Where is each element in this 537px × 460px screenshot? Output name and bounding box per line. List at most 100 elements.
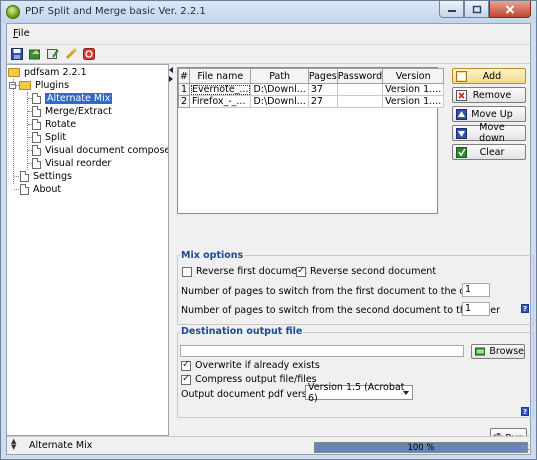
tree-item-alternate-mix[interactable]: Alternate Mix <box>32 92 113 105</box>
status-expand-icon[interactable]: ▲ ▼ <box>11 438 16 451</box>
app-logo-icon <box>6 5 20 19</box>
cell-password[interactable] <box>336 95 384 108</box>
checkbox-checked[interactable] <box>181 373 191 385</box>
maximize-icon <box>472 5 481 13</box>
add-button[interactable]: Add <box>452 68 526 84</box>
tree-root[interactable]: pdfsam 2.2.1 <box>8 66 87 79</box>
cell-file-name: Firefox_-_... <box>189 95 252 108</box>
destination-path-input[interactable] <box>180 345 464 357</box>
file-table-container: # File name Path Pages Password Version … <box>177 67 445 214</box>
cell-path: D:\Downl... <box>250 83 309 96</box>
window-title: PDF Split and Merge basic Ver. 2.2.1 <box>25 6 206 17</box>
file-table: # File name Path Pages Password Version … <box>177 68 445 108</box>
tree-item-about[interactable]: About <box>20 183 61 196</box>
document-icon <box>32 106 41 117</box>
title-bar[interactable]: PDF Split and Merge basic Ver. 2.2.1 <box>1 1 536 23</box>
document-icon <box>20 184 29 195</box>
cell-pages: 27 <box>307 95 338 108</box>
checkbox-checked[interactable] <box>181 359 191 371</box>
column-header-password[interactable]: Password <box>336 68 384 84</box>
app-window: PDF Split and Merge basic Ver. 2.2.1 Fil… <box>0 0 537 460</box>
maximize-button[interactable] <box>464 1 489 18</box>
pdf-version-select[interactable]: Version 1.5 (Acrobat 6) <box>305 382 413 404</box>
row-index: 1 <box>177 83 191 96</box>
cell-version: Version 1.... <box>382 95 445 108</box>
column-header-index[interactable]: # <box>177 68 191 84</box>
document-icon <box>32 145 41 156</box>
switch-first-label: Number of pages to switch from the first… <box>181 286 485 297</box>
tree-item-split[interactable]: Split <box>32 131 66 144</box>
add-file-icon <box>456 70 467 82</box>
switch-first-input[interactable]: 1 <box>462 283 490 297</box>
destination-title: Destination output file <box>180 326 304 337</box>
mix-options-title: Mix options <box>180 250 245 261</box>
checkbox-unchecked[interactable] <box>182 266 192 277</box>
row-index: 2 <box>177 95 191 108</box>
menu-bar: File <box>7 24 530 44</box>
cell-file-name: Evernote_... <box>189 83 252 96</box>
mix-options-help-icon[interactable]: ? <box>521 304 529 313</box>
table-header: # File name Path Pages Password Version <box>177 68 445 84</box>
tree-item-rotate[interactable]: Rotate <box>32 118 76 131</box>
collapse-left-icon[interactable] <box>169 67 173 73</box>
clear-button[interactable]: Clear <box>452 144 526 160</box>
document-icon <box>32 132 41 143</box>
tree-item-merge-extract[interactable]: Merge/Extract <box>32 105 112 118</box>
folder-icon <box>475 347 486 356</box>
move-up-button[interactable]: Move Up <box>452 106 526 122</box>
save-icon[interactable] <box>11 48 23 60</box>
pdf-version-label: Output document pdf version: <box>181 389 325 400</box>
tree-item-visual-reorder[interactable]: Visual reorder <box>32 157 111 170</box>
minimize-icon <box>447 10 456 12</box>
tree-item-settings[interactable]: Settings <box>20 170 72 183</box>
progress-bar: 100 % <box>314 442 528 453</box>
expand-right-icon[interactable] <box>169 76 173 82</box>
document-icon <box>32 93 41 104</box>
table-row[interactable]: 1 Evernote_... D:\Downl... 37 Version 1.… <box>177 83 445 96</box>
browse-button[interactable]: Browse <box>471 344 525 359</box>
tree-node-plugins[interactable]: − Plugins <box>9 79 69 92</box>
plugin-tree: pdfsam 2.2.1 − Plugins Alternate Mix Mer… <box>7 64 169 436</box>
chevron-down-icon <box>403 391 409 395</box>
reverse-first-checkbox[interactable]: Reverse first document <box>182 266 307 277</box>
open-icon[interactable] <box>29 48 41 60</box>
switch-second-label: Number of pages to switch from the secon… <box>181 305 501 316</box>
table-row[interactable]: 2 Firefox_-_... D:\Downl... 27 Version 1… <box>177 95 445 108</box>
column-header-version[interactable]: Version <box>382 68 445 84</box>
toolbar <box>7 44 530 64</box>
folder-open-icon <box>19 81 31 90</box>
progress-label: 100 % <box>407 443 435 453</box>
move-down-button[interactable]: Move down <box>452 122 526 144</box>
switch-second-input[interactable]: 1 <box>462 302 490 316</box>
move-down-icon <box>456 127 467 139</box>
column-header-path[interactable]: Path <box>250 68 309 84</box>
status-plugin-name: Alternate Mix <box>29 440 93 451</box>
document-icon <box>32 158 41 169</box>
collapse-icon[interactable]: − <box>9 82 16 89</box>
remove-button[interactable]: Remove <box>452 87 526 103</box>
close-button[interactable] <box>489 1 531 18</box>
close-icon <box>505 4 515 14</box>
cell-password[interactable] <box>336 83 384 96</box>
document-icon <box>32 119 41 130</box>
reverse-second-checkbox[interactable]: Reverse second document <box>296 265 436 277</box>
cell-version: Version 1.... <box>382 83 445 96</box>
menu-file[interactable]: File <box>13 28 30 39</box>
clear-icon[interactable] <box>47 48 59 60</box>
checkbox-checked[interactable] <box>296 265 306 277</box>
resize-grip[interactable] <box>521 445 529 453</box>
exit-icon[interactable] <box>83 48 95 60</box>
settings-icon[interactable] <box>65 48 77 60</box>
column-header-file-name[interactable]: File name <box>189 68 252 84</box>
remove-icon <box>456 89 467 101</box>
cell-pages: 37 <box>307 83 338 96</box>
compress-checkbox[interactable]: Compress output file/files <box>181 373 317 385</box>
tree-item-visual-document-composer[interactable]: Visual document composer <box>32 144 168 157</box>
folder-open-icon <box>8 68 20 77</box>
overwrite-checkbox[interactable]: Overwrite if already exists <box>181 359 320 371</box>
plugin-panel: # File name Path Pages Password Version … <box>175 64 534 436</box>
minimize-button[interactable] <box>439 1 464 18</box>
destination-help-icon[interactable]: ? <box>521 407 529 416</box>
column-header-pages[interactable]: Pages <box>307 68 338 84</box>
cell-path: D:\Downl... <box>250 95 309 108</box>
